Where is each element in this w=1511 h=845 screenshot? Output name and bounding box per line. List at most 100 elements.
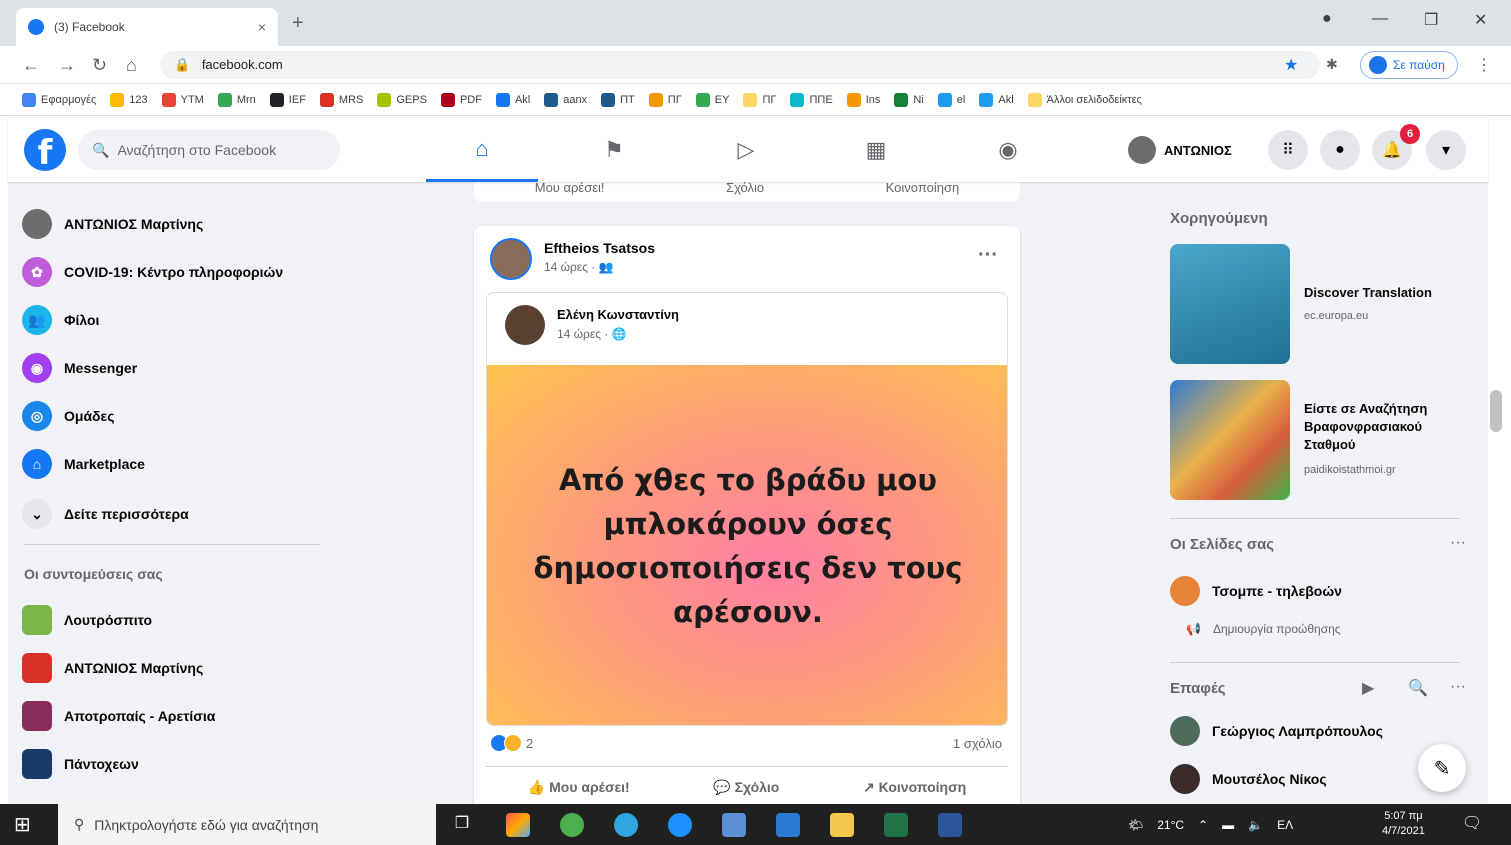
chrome-app-icon[interactable]: [560, 813, 584, 837]
account-menu-button[interactable]: ▾: [1426, 130, 1466, 170]
excel-app-icon[interactable]: [884, 813, 908, 837]
paint-app-icon[interactable]: [506, 813, 530, 837]
shortcut-item[interactable]: Λουτρόσπιτο: [22, 600, 152, 640]
bookmark-item[interactable]: ΠΠΕ: [790, 92, 833, 107]
sidebar-item[interactable]: ◉ Messenger: [22, 348, 137, 388]
bookmark-item[interactable]: Akl: [979, 92, 1014, 107]
weather-icon[interactable]: 🌤: [1128, 818, 1143, 832]
facebook-logo[interactable]: f: [24, 129, 66, 173]
shared-author-name[interactable]: Ελένη Κωνσταντίνη: [557, 307, 679, 322]
bookmark-item[interactable]: Εφαρμογές: [22, 92, 96, 107]
app-icon[interactable]: [776, 813, 800, 837]
taskbar-clock[interactable]: 5:07 πμ 4/7/2021: [1382, 809, 1425, 839]
sidebar-item[interactable]: ◎ Ομάδες: [22, 396, 114, 436]
bookmark-item[interactable]: ΠΓ: [743, 92, 776, 107]
bookmark-item[interactable]: ΠΓ: [648, 92, 682, 107]
language-indicator[interactable]: ΕΛ: [1277, 818, 1293, 832]
bookmark-item[interactable]: aanx: [544, 92, 587, 107]
sidebar-item[interactable]: ΑΝΤΩΝΙΟΣ Μαρτίνης: [22, 204, 203, 244]
comment-count[interactable]: 1 σχόλιο: [953, 736, 1002, 751]
bookmark-item[interactable]: Ins: [846, 92, 880, 107]
facebook-search-input[interactable]: 🔍 Αναζήτηση στο Facebook: [78, 130, 340, 170]
app-icon[interactable]: [668, 813, 692, 837]
nav-groups-tab[interactable]: ◉: [952, 118, 1064, 182]
messenger-button[interactable]: ●: [1320, 130, 1360, 170]
contact-item[interactable]: Μουτσέλος Νίκος: [1170, 764, 1327, 794]
forward-icon[interactable]: →: [58, 55, 76, 76]
bookmark-item[interactable]: MRS: [319, 92, 363, 107]
bookmark-item[interactable]: Άλλοι σελιδοδείκτες: [1027, 92, 1142, 107]
post-reactions[interactable]: 2: [490, 734, 533, 752]
ad-item[interactable]: Είστε σε Αναζήτηση Βραφονφρασιακού Σταθμ…: [1170, 380, 1470, 500]
menu-grid-button[interactable]: ⠿: [1268, 130, 1308, 170]
calculator-app-icon[interactable]: [722, 813, 746, 837]
shortcut-item[interactable]: Αποτροπαίς - Αρετίσια: [22, 696, 215, 736]
bookmark-item[interactable]: YTM: [161, 92, 204, 107]
bookmark-item[interactable]: PDF: [440, 92, 482, 107]
task-view-icon[interactable]: ❐: [450, 813, 474, 837]
new-message-button[interactable]: ✎: [1418, 744, 1466, 792]
network-icon[interactable]: ▬: [1222, 818, 1234, 832]
share-button[interactable]: ↗ Κοινοποίηση: [863, 779, 966, 796]
back-icon[interactable]: ←: [22, 55, 40, 76]
post-time[interactable]: 14 ώρες · 👥: [544, 260, 614, 274]
window-profile-icon[interactable]: ●: [1322, 10, 1332, 28]
sidebar-item[interactable]: ⌂ Marketplace: [22, 444, 145, 484]
minimize-icon[interactable]: —: [1372, 10, 1388, 28]
nav-watch-tab[interactable]: ▷: [690, 118, 802, 182]
close-window-icon[interactable]: ✕: [1474, 10, 1487, 30]
page-scrollbar[interactable]: [1490, 390, 1502, 432]
edge-app-icon[interactable]: [614, 813, 638, 837]
maximize-icon[interactable]: ❐: [1424, 10, 1438, 30]
address-bar[interactable]: 🔒 facebook.com: [160, 51, 1320, 79]
tab-close-icon[interactable]: ×: [258, 19, 266, 35]
bookmark-item[interactable]: EY: [695, 92, 729, 107]
bookmark-item[interactable]: Mrn: [217, 92, 256, 107]
previous-share-button[interactable]: Κοινοποίηση: [886, 182, 960, 195]
sidebar-item[interactable]: 👥 Φίλοι: [22, 300, 99, 340]
bookmark-item[interactable]: 123: [110, 92, 148, 107]
post-author-name[interactable]: Eftheios Tsatsos: [544, 240, 655, 256]
shared-author-avatar[interactable]: [505, 305, 545, 345]
post-author-avatar[interactable]: [490, 238, 532, 280]
video-call-icon[interactable]: ▶: [1362, 678, 1374, 698]
bookmark-item[interactable]: el: [937, 92, 965, 107]
windows-start-icon[interactable]: ⊞: [14, 812, 31, 837]
previous-like-button[interactable]: Μου αρέσει!: [535, 182, 605, 195]
sidebar-item[interactable]: ✿ COVID-19: Κέντρο πληροφοριών: [22, 252, 283, 292]
create-promotion-link[interactable]: 📢 Δημιουργία προώθησης: [1186, 622, 1341, 636]
header-profile-link[interactable]: ΑΝΤΩΝΙΟΣ: [1128, 134, 1232, 166]
like-button[interactable]: 👍 Μου αρέσει!: [528, 779, 630, 796]
new-tab-button[interactable]: +: [292, 12, 304, 35]
comment-button[interactable]: 💬 Σχόλιο: [713, 779, 779, 796]
home-icon[interactable]: ⌂: [126, 55, 137, 76]
shared-post-time[interactable]: 14 ώρες · 🌐: [557, 327, 627, 341]
bookmark-star-icon[interactable]: ★: [1284, 55, 1298, 75]
extensions-icon[interactable]: ✱: [1326, 56, 1338, 73]
shortcut-item[interactable]: ΑΝΤΩΝΙΟΣ Μαρτίνης: [22, 648, 203, 688]
ad-item[interactable]: Discover Translation ec.europa.eu: [1170, 244, 1470, 364]
sidebar-item[interactable]: ⌄ Δείτε περισσότερα: [22, 494, 189, 534]
pages-more-icon[interactable]: ···: [1450, 534, 1466, 552]
reload-icon[interactable]: ↻: [92, 55, 107, 76]
contacts-more-icon[interactable]: ···: [1450, 678, 1466, 696]
tray-chevron-icon[interactable]: ⌃: [1198, 818, 1208, 832]
weather-temp[interactable]: 21°C: [1157, 818, 1184, 832]
shortcut-item[interactable]: Πάντοχεων: [22, 744, 139, 784]
bookmark-item[interactable]: IEF: [269, 92, 306, 107]
previous-comment-button[interactable]: Σχόλιο: [726, 182, 764, 195]
bookmark-item[interactable]: GEPS: [377, 92, 427, 107]
bookmark-item[interactable]: Akl: [495, 92, 530, 107]
nav-marketplace-tab[interactable]: ▦: [820, 118, 932, 182]
contact-item[interactable]: Γεώργιος Λαμπρόπουλος: [1170, 716, 1383, 746]
browser-menu-icon[interactable]: ⋮: [1476, 55, 1492, 75]
word-app-icon[interactable]: [938, 813, 962, 837]
page-item[interactable]: Τσομπε - τηλεβοών: [1170, 576, 1342, 606]
taskbar-search-input[interactable]: ⚲ Πληκτρολογήστε εδώ για αναζήτηση: [58, 804, 436, 845]
notification-center-icon[interactable]: 🗨: [1460, 813, 1484, 837]
volume-icon[interactable]: 🔈: [1248, 818, 1263, 832]
bookmark-item[interactable]: ΠΤ: [601, 92, 635, 107]
browser-tab-facebook[interactable]: (3) Facebook ×: [16, 8, 278, 46]
bookmark-item[interactable]: Ni: [894, 92, 924, 107]
nav-pages-tab[interactable]: ⚑: [558, 118, 670, 182]
